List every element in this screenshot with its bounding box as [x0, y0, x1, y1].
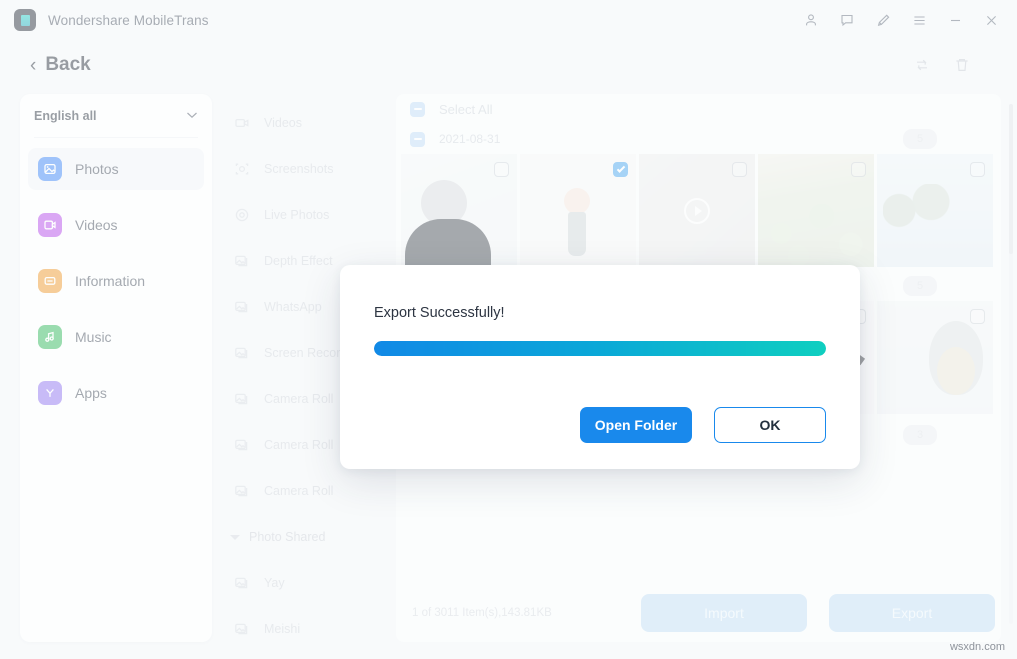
app-window: Wondershare MobileTrans ‹ — [0, 0, 1017, 659]
dialog-message: Export Successfully! — [374, 305, 826, 321]
progress-bar-fill — [374, 341, 826, 356]
open-folder-button[interactable]: Open Folder — [580, 407, 692, 443]
progress-bar-track — [374, 341, 826, 356]
export-success-dialog: Export Successfully! Open Folder OK — [340, 265, 860, 469]
dialog-actions: Open Folder OK — [374, 407, 826, 443]
ok-button[interactable]: OK — [714, 407, 826, 443]
watermark: wsxdn.com — [950, 641, 1005, 653]
